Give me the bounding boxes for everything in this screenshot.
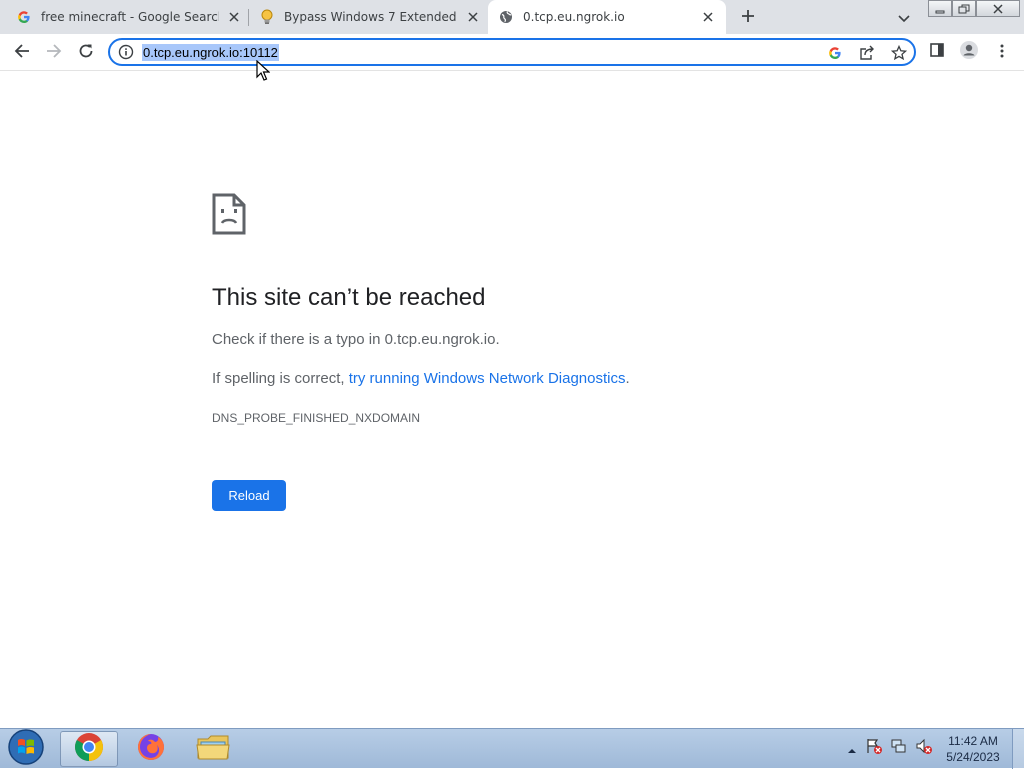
share-icon[interactable] <box>858 44 876 62</box>
firefox-icon <box>136 732 166 766</box>
tab-title: free minecraft - Google Search <box>41 10 219 24</box>
tab-title: 0.tcp.eu.ngrok.io <box>523 10 625 24</box>
hint-suffix: . <box>625 370 630 387</box>
flag-error-icon <box>865 737 883 759</box>
close-tab-icon[interactable] <box>465 9 481 25</box>
profile-button[interactable] <box>959 40 979 64</box>
volume-tray[interactable] <box>914 735 934 761</box>
info-icon[interactable] <box>118 44 134 60</box>
taskbar: 11:42 AM 5/24/2023 <box>0 728 1024 769</box>
network-diagnostics-link[interactable]: try running Windows Network Diagnostics <box>349 370 626 387</box>
error-title: This site can’t be reached <box>212 284 486 311</box>
volume-muted-icon <box>915 737 933 759</box>
mouse-cursor-icon <box>256 59 271 82</box>
taskbar-explorer[interactable] <box>184 731 242 767</box>
minimize-icon <box>935 0 945 18</box>
lightbulb-icon <box>259 9 275 25</box>
network-icon <box>890 737 908 759</box>
browser-window: free minecraft - Google Search Bypass Wi… <box>0 0 1024 728</box>
chevron-down-icon <box>898 8 910 27</box>
arrow-right-icon <box>46 43 62 63</box>
error-hint-typo: Check if there is a typo in 0.tcp.eu.ngr… <box>212 331 500 348</box>
taskbar-firefox[interactable] <box>122 731 180 767</box>
plus-icon <box>741 8 755 27</box>
side-panel-button[interactable] <box>927 42 947 62</box>
avatar-icon <box>959 40 979 64</box>
close-window-button[interactable] <box>976 0 1020 17</box>
clock-time: 11:42 AM <box>948 734 998 748</box>
hint-prefix: If spelling is correct, <box>212 370 349 387</box>
reload-toolbar-button[interactable] <box>72 39 100 67</box>
menu-button[interactable] <box>992 42 1012 62</box>
tab-title: Bypass Windows 7 Extended Sec <box>284 10 456 24</box>
clock-date: 5/24/2023 <box>946 750 1000 764</box>
windows-logo-icon <box>7 729 45 769</box>
google-g-icon <box>16 9 32 25</box>
folder-icon <box>196 733 230 765</box>
arrow-left-icon <box>14 43 30 63</box>
error-hint-diagnostics: If spelling is correct, try running Wind… <box>212 370 630 387</box>
kebab-menu-icon <box>1000 43 1004 62</box>
close-icon <box>992 0 1004 18</box>
chrome-icon <box>74 732 104 766</box>
reload-button[interactable]: Reload <box>212 480 286 511</box>
address-text[interactable]: 0.tcp.eu.ngrok.io:10112 <box>142 44 279 61</box>
google-lens-icon[interactable] <box>826 44 844 62</box>
system-clock[interactable]: 11:42 AM 5/24/2023 <box>938 733 1008 765</box>
tab-ngrok[interactable]: 0.tcp.eu.ngrok.io <box>488 0 726 34</box>
tab-bypass-windows[interactable]: Bypass Windows 7 Extended Sec <box>249 0 487 34</box>
close-tab-icon[interactable] <box>700 9 716 25</box>
bookmark-star-icon[interactable] <box>890 44 908 62</box>
refresh-icon <box>78 43 94 63</box>
side-panel-icon <box>929 42 945 62</box>
restore-button[interactable] <box>952 0 976 17</box>
tab-strip: free minecraft - Google Search Bypass Wi… <box>0 0 1024 34</box>
tab-search-button[interactable] <box>893 8 915 26</box>
show-desktop-button[interactable] <box>1012 729 1024 769</box>
start-button[interactable] <box>6 729 46 769</box>
browser-toolbar: 0.tcp.eu.ngrok.io:10112 <box>0 34 1024 71</box>
action-center-tray[interactable] <box>864 735 884 761</box>
network-tray[interactable] <box>889 735 909 761</box>
minimize-button[interactable] <box>928 0 952 17</box>
error-page: This site can’t be reached Check if ther… <box>212 193 772 511</box>
show-hidden-icons-button[interactable] <box>842 735 862 761</box>
sad-document-icon <box>212 193 246 235</box>
tab-google-search[interactable]: free minecraft - Google Search <box>0 0 248 34</box>
chevron-up-icon <box>847 739 857 758</box>
address-bar[interactable]: 0.tcp.eu.ngrok.io:10112 <box>108 38 916 66</box>
restore-icon <box>958 0 970 18</box>
close-tab-icon[interactable] <box>226 9 242 25</box>
back-button[interactable] <box>8 39 36 67</box>
new-tab-button[interactable] <box>736 6 760 28</box>
error-code: DNS_PROBE_FINISHED_NXDOMAIN <box>212 411 421 425</box>
forward-button[interactable] <box>40 39 68 67</box>
taskbar-chrome[interactable] <box>60 731 118 767</box>
globe-icon <box>498 9 514 25</box>
